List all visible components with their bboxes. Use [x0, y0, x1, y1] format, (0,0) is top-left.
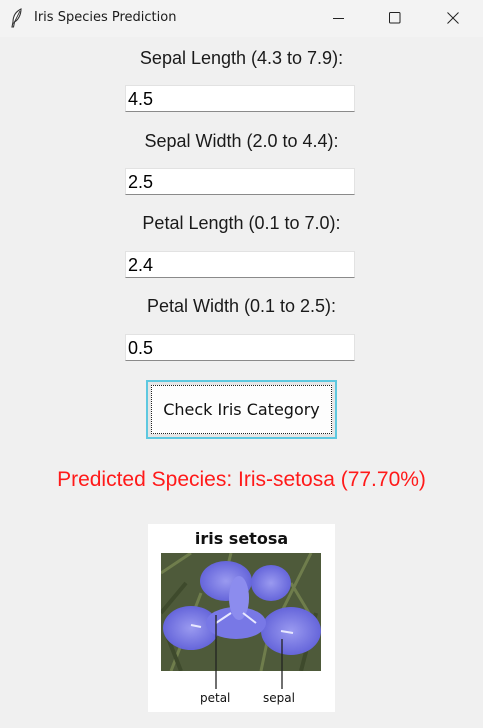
sepal-length-input[interactable]: [125, 85, 355, 112]
petal-label: petal: [200, 691, 231, 705]
sepal-width-input[interactable]: [125, 168, 355, 195]
sepal-length-label: Sepal Length (4.3 to 7.9):: [139, 48, 344, 68]
petal-width-input[interactable]: [125, 334, 355, 361]
prediction-result: Predicted Species: Iris-setosa (77.70%): [57, 468, 426, 491]
minimize-button[interactable]: [316, 0, 362, 37]
close-icon: [447, 12, 459, 24]
image-title: iris setosa: [194, 529, 289, 548]
petal-width-label: Petal Width (0.1 to 2.5):: [146, 296, 337, 316]
title-bar: Iris Species Prediction: [0, 0, 483, 37]
minimize-icon: [333, 18, 344, 19]
iris-species-image: iris setosa petal sepal: [148, 524, 335, 712]
close-button[interactable]: [430, 0, 476, 37]
iris-flower-photo: [161, 553, 321, 671]
window-title: Iris Species Prediction: [34, 10, 177, 25]
sepal-width-label: Sepal Width (2.0 to 4.4):: [144, 131, 339, 151]
feather-icon: [11, 8, 22, 28]
petal-length-label: Petal Length (0.1 to 7.0):: [142, 213, 341, 233]
maximize-button[interactable]: [372, 0, 418, 37]
check-iris-category-button[interactable]: Check Iris Category: [146, 380, 337, 439]
maximize-icon: [389, 12, 401, 24]
sepal-label: sepal: [263, 691, 295, 705]
check-iris-category-label: Check Iris Category: [151, 385, 332, 434]
label-pointers: [215, 671, 283, 689]
petal-length-input[interactable]: [125, 251, 355, 278]
